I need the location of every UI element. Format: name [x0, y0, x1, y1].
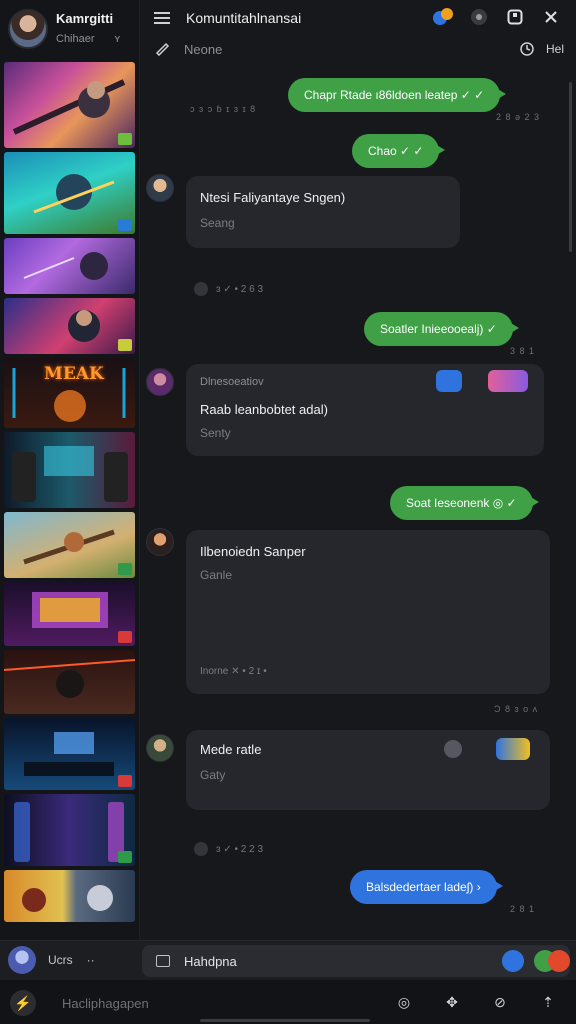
game-logo: MEAK — [44, 364, 104, 384]
message-sender: Ganle — [200, 568, 233, 582]
incoming-message[interactable]: Ilbenoiedn Sanper Ganle Inorne ✕ • 2 ɪ • — [186, 530, 550, 694]
attachment-icon[interactable] — [156, 955, 170, 967]
profile-name: Kamrgitti — [56, 11, 114, 27]
chat-subheader: Neone Hel — [140, 36, 576, 62]
bottom-bar: ⚡ Hacliphagapen ◎ ✥ ⊘ ⇡ — [0, 980, 576, 1024]
day-separator: ɜ ✓ • 2 6 3 — [194, 282, 263, 296]
reaction-icon[interactable] — [496, 738, 530, 760]
outgoing-message[interactable]: Chapr Rtade ı86ldoen leatep ✓ ✓ — [288, 78, 507, 112]
menu-icon[interactable] — [154, 12, 170, 24]
thumbnail-5[interactable]: MEAK — [4, 358, 135, 428]
subtitle: Neone — [184, 41, 223, 57]
puzzle-icon[interactable]: ✥ — [442, 992, 462, 1012]
avatar[interactable] — [146, 174, 174, 202]
outgoing-message[interactable]: Soat Ieseonenk ◎ ✓ — [390, 486, 539, 520]
message-time: Ɔ 8 ɜ o ʌ — [494, 704, 539, 714]
thumbnail-6[interactable] — [4, 432, 135, 508]
outgoing-message[interactable]: Chao ✓ ✓ — [352, 134, 446, 168]
message-sender: Seang — [200, 216, 235, 230]
thumbnail-4[interactable] — [4, 298, 135, 354]
message-header: Dlnesoeatiov — [200, 376, 264, 388]
record-icon[interactable] — [548, 950, 570, 972]
clock-icon[interactable] — [518, 39, 536, 60]
more-icon[interactable]: ·· — [87, 953, 95, 967]
thumbnail-11[interactable] — [4, 794, 135, 866]
scrollbar[interactable] — [569, 82, 572, 252]
composer-bar: Ucrs ·· Hahdpna — [0, 940, 576, 980]
thumbnail-8[interactable] — [4, 582, 135, 646]
reaction-icon[interactable] — [436, 370, 462, 392]
thumbnail-7[interactable] — [4, 512, 135, 578]
day-separator: ɜ ✓ • 2 2 3 — [194, 842, 263, 856]
message-list[interactable]: Chapr Rtade ı86ldoen leatep ✓ ✓ ɔ ɜ ɔ ɓ … — [140, 62, 576, 940]
avatar[interactable] — [146, 528, 174, 556]
message-input-text: Hahdpna — [184, 953, 237, 969]
status-icon[interactable] — [468, 6, 490, 28]
home-indicator[interactable] — [200, 1019, 370, 1022]
thread-label[interactable]: Ucrs — [48, 953, 73, 967]
circle-icon[interactable]: ◎ — [394, 992, 414, 1012]
profile-status: Chihaer — [56, 33, 95, 46]
thumbnail-1[interactable] — [4, 62, 135, 148]
message-time: 2 8 ə 2 3 — [496, 112, 541, 122]
thumbnail-9[interactable] — [4, 650, 135, 714]
reaction-dot-icon — [194, 842, 208, 856]
thumbnail-2[interactable] — [4, 152, 135, 234]
avatar[interactable] — [146, 734, 174, 762]
edit-icon[interactable] — [154, 40, 170, 59]
outgoing-message[interactable]: Balsdedertaer ladeʃ) › — [350, 870, 503, 904]
thumbnail-3[interactable] — [4, 238, 135, 294]
upload-icon[interactable]: ⇡ — [538, 992, 558, 1012]
thumbnail-12[interactable] — [4, 870, 135, 922]
message-sender: Senty — [200, 426, 231, 440]
avatar[interactable] — [146, 368, 174, 396]
header-right-label[interactable]: Hel — [546, 42, 564, 56]
reaction-icon[interactable] — [444, 740, 462, 758]
channel-title: Komuntitahlnansai — [186, 10, 302, 26]
message-time: 3 8 1 — [510, 346, 536, 356]
reaction-dot-icon — [194, 282, 208, 296]
send-icon[interactable] — [502, 950, 524, 972]
message-time: 2 8 1 — [510, 904, 536, 914]
message-text: Raab leanbobtet adal) — [200, 402, 328, 417]
message-meta: ɔ ɜ ɔ ɓ ɪ ɜ ɪ 8 — [190, 104, 257, 114]
message-text: Mede ratle — [200, 742, 262, 757]
share-icon[interactable]: ⊘ — [490, 992, 510, 1012]
thumbnail-list: MEAK — [4, 62, 135, 926]
incoming-message[interactable]: Mede ratle Gaty — [186, 730, 550, 810]
channel-sidebar: Kamrgitti Chihaer ʏ MEAK — [0, 0, 140, 940]
avatar[interactable] — [8, 946, 36, 974]
window-icon[interactable] — [504, 6, 526, 28]
search-input[interactable]: Hacliphagapen — [62, 996, 149, 1011]
message-text: Ilbenoiedn Sanper — [200, 544, 306, 559]
thumbnail-10[interactable] — [4, 718, 135, 790]
bolt-icon[interactable]: ⚡ — [10, 990, 36, 1016]
reaction-icon[interactable] — [488, 370, 528, 392]
message-sender: Gaty — [200, 768, 226, 782]
avatar[interactable] — [8, 9, 48, 49]
close-icon[interactable] — [540, 6, 562, 28]
message-footer: Inorne ✕ • 2 ɪ • — [200, 666, 267, 677]
chat-header: Komuntitahlnansai — [140, 0, 576, 36]
members-avatar-icon[interactable] — [432, 6, 454, 28]
incoming-message[interactable]: Ntesi Faliyantaye Sngen) Seang — [186, 176, 460, 248]
outgoing-message[interactable]: Soatler Inieeooealj) ✓ — [364, 312, 519, 346]
message-text: Ntesi Faliyantaye Sngen) — [200, 190, 346, 205]
profile-header[interactable]: Kamrgitti Chihaer ʏ — [0, 0, 139, 58]
status-mark: ʏ — [114, 33, 121, 46]
incoming-message[interactable]: Dlnesoeatiov Raab leanbobtet adal) Senty — [186, 364, 544, 456]
